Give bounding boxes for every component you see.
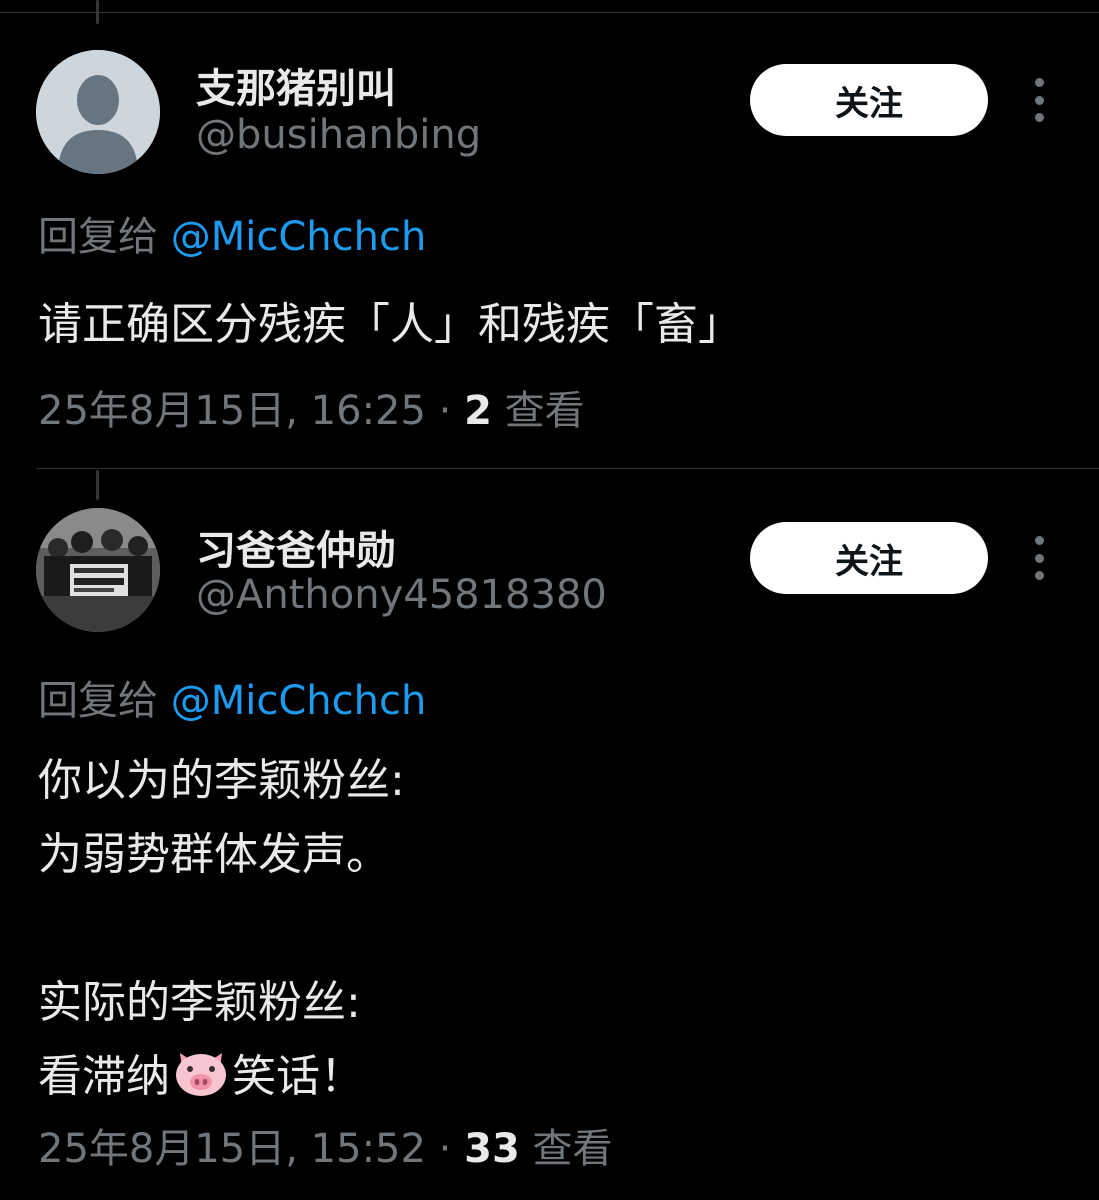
reply-context: 回复给 @MicChchch [38, 668, 426, 726]
display-name[interactable]: 支那猪别叫 [196, 56, 396, 114]
views-count: 33 [464, 1126, 520, 1172]
tweet-item[interactable]: 习爸爸仲勋 @Anthony45818380 关注 回复给 @MicChchch… [0, 470, 1099, 1200]
photo-avatar-icon[interactable] [36, 508, 160, 632]
tweet-text-line: 实际的李颖粉丝: [38, 977, 361, 1028]
views-label: 查看 [519, 1126, 613, 1172]
reply-mention-link[interactable]: @MicChchch [171, 678, 427, 724]
reply-prefix: 回复给 [38, 678, 158, 724]
user-handle[interactable]: @Anthony45818380 [196, 572, 607, 618]
timestamp[interactable]: 25年8月15日, 16:25 [38, 388, 426, 434]
tweet-meta: 25年8月15日, 15:52 · 33 查看 [38, 1116, 613, 1174]
thread-connector [96, 470, 99, 500]
reply-prefix: 回复给 [38, 214, 158, 260]
more-vertical-icon[interactable] [1022, 532, 1056, 584]
views-count: 2 [464, 388, 492, 434]
reply-mention-link[interactable]: @MicChchch [171, 214, 427, 260]
tweet-text-line: 看滞纳 笑话！ [38, 1040, 405, 1114]
tweet-item[interactable]: 支那猪别叫 @busihanbing 关注 回复给 @MicChchch 请正确… [0, 0, 1099, 470]
reply-context: 回复给 @MicChchch [38, 204, 426, 262]
tweet-text: 请正确区分残疾「人」和残疾「畜」 [38, 288, 742, 362]
meta-separator: · [425, 1126, 465, 1172]
follow-button[interactable]: 关注 [750, 522, 988, 594]
timestamp[interactable]: 25年8月15日, 15:52 [38, 1126, 426, 1172]
follow-button[interactable]: 关注 [750, 64, 988, 136]
user-handle[interactable]: @busihanbing [196, 112, 481, 158]
tweet-meta: 25年8月15日, 16:25 · 2 查看 [38, 378, 585, 436]
tweet-text-line: 为弱势群体发声。 [38, 829, 390, 880]
default-avatar-icon[interactable] [36, 50, 160, 174]
tweet-text: 你以为的李颖粉丝: 为弱势群体发声。 实际的李颖粉丝: 看滞纳 笑话！ [38, 744, 405, 1114]
tweet-text-line: 请正确区分残疾「人」和残疾「畜」 [38, 299, 742, 350]
tweet-text-segment: 笑话！ [232, 1051, 364, 1102]
views-label: 查看 [491, 388, 585, 434]
tweet-text-line [38, 892, 405, 966]
tweet-text-line: 你以为的李颖粉丝: [38, 755, 405, 806]
tweet-divider [36, 468, 1099, 469]
more-vertical-icon[interactable] [1022, 74, 1056, 126]
display-name[interactable]: 习爸爸仲勋 [196, 518, 396, 576]
pig-face-emoji-icon [172, 1047, 230, 1122]
tweet-text-segment: 看滞纳 [38, 1051, 170, 1102]
meta-separator: · [425, 388, 465, 434]
